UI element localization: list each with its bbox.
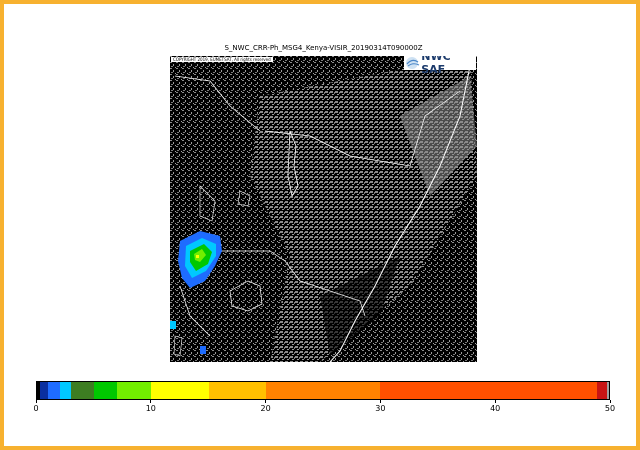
colorbar-segment bbox=[117, 382, 152, 399]
colorbar-segment bbox=[151, 382, 209, 399]
colorbar-segment bbox=[208, 382, 266, 399]
colorbar-segment bbox=[597, 382, 607, 399]
colorbar-tick bbox=[494, 400, 496, 403]
figure-title: S_NWC_CRR-Ph_MSG4_Kenya-VISIR_20190314T0… bbox=[224, 44, 423, 52]
copyright-notice: COPYRIGHT 2019, EUMETSAT, All rights res… bbox=[171, 57, 273, 62]
colorbar-tick bbox=[35, 400, 37, 403]
colorbar-tick-label: 40 bbox=[490, 404, 501, 413]
colorbar-tick-label: 30 bbox=[375, 404, 386, 413]
map-svg bbox=[170, 56, 477, 362]
nwcsaf-logo: NWC SAF bbox=[404, 56, 476, 76]
colorbar-tick bbox=[150, 400, 152, 403]
colorbar-segment bbox=[606, 382, 609, 399]
colorbar-segment bbox=[94, 382, 118, 399]
colorbar-segment bbox=[71, 382, 95, 399]
colorbar bbox=[36, 381, 610, 400]
satellite-map[interactable]: COPYRIGHT 2019, EUMETSAT, All rights res… bbox=[170, 56, 477, 362]
colorbar-segment bbox=[265, 382, 381, 399]
figure-frame: S_NWC_CRR-Ph_MSG4_Kenya-VISIR_20190314T0… bbox=[0, 0, 640, 450]
colorbar-tick bbox=[609, 400, 611, 403]
colorbar-tick bbox=[379, 400, 381, 403]
colorbar-segment bbox=[59, 382, 72, 399]
colorbar-segment bbox=[380, 382, 598, 399]
colorbar-tick-label: 10 bbox=[145, 404, 156, 413]
colorbar-segment bbox=[48, 382, 60, 399]
nwcsaf-logo-icon bbox=[404, 56, 421, 70]
colorbar-tick bbox=[265, 400, 267, 403]
logo-text: NWC SAF bbox=[421, 56, 451, 76]
colorbar-tick-label: 0 bbox=[33, 404, 39, 413]
colorbar-segment bbox=[40, 382, 49, 399]
colorbar-tick-label: 20 bbox=[260, 404, 271, 413]
colorbar-tick-label: 50 bbox=[604, 404, 616, 413]
